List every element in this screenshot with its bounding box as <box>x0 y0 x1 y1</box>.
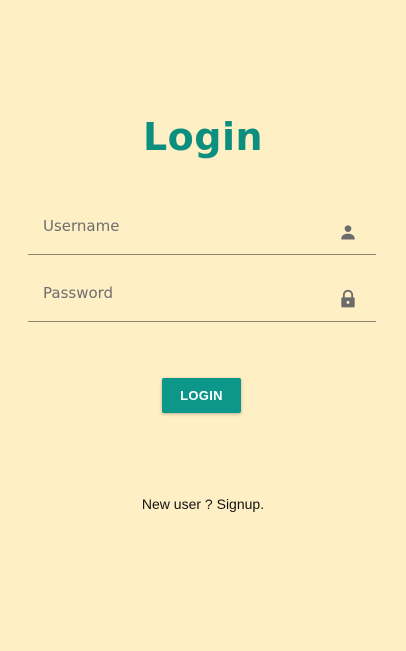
person-icon <box>341 225 355 240</box>
login-button[interactable]: LOGIN <box>162 378 241 413</box>
username-input[interactable] <box>43 212 323 240</box>
password-input[interactable] <box>43 279 323 307</box>
signup-suffix: . <box>260 496 265 512</box>
signup-prompt-text: New user ? <box>141 496 217 512</box>
password-field[interactable] <box>28 271 376 322</box>
page-title: Login <box>142 115 264 159</box>
lock-icon <box>341 289 355 308</box>
username-field[interactable] <box>28 204 376 255</box>
signup-prompt: New user ? Signup. <box>0 496 406 512</box>
signup-link[interactable]: Signup <box>217 496 261 512</box>
